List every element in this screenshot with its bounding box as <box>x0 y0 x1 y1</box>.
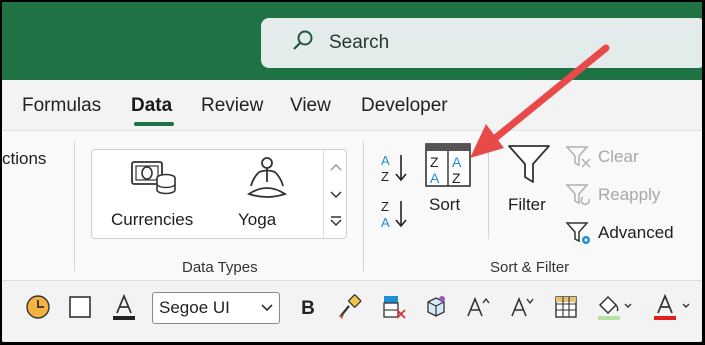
advanced-filter-icon <box>565 221 593 252</box>
clear-button[interactable]: Clear <box>565 143 685 171</box>
advanced-label: Advanced <box>598 223 674 242</box>
svg-text:A: A <box>452 154 462 170</box>
currencies-icon <box>130 158 178 205</box>
font-name-select[interactable]: Segoe UI <box>152 292 280 324</box>
tab-review[interactable]: Review <box>201 95 263 117</box>
tab-data[interactable]: Data <box>131 95 172 117</box>
connections-label-cut[interactable]: ctions <box>2 149 46 169</box>
tab-view[interactable]: View <box>290 95 331 117</box>
decrease-font-icon <box>509 294 535 325</box>
svg-text:A: A <box>381 153 390 168</box>
filter-button[interactable]: Filter <box>502 143 556 217</box>
filter-icon <box>506 143 552 190</box>
yoga-icon <box>244 156 290 205</box>
currencies-button[interactable]: Currencies <box>106 156 206 232</box>
reapply-filter-icon <box>565 183 593 212</box>
cube-icon <box>423 294 449 325</box>
clear-label: Clear <box>598 147 639 166</box>
title-bar: Search <box>2 2 702 80</box>
sort-a-to-z-button[interactable]: A Z <box>377 151 411 185</box>
sort-descending-icon: Z A <box>377 199 411 235</box>
currencies-label: Currencies <box>111 210 194 229</box>
sort-label: Sort <box>429 195 461 214</box>
font-color-icon <box>111 293 137 326</box>
expand-gallery-icon <box>329 214 343 232</box>
group-separator <box>488 149 489 239</box>
gallery-more-button[interactable] <box>324 208 348 238</box>
group-separator <box>74 141 75 271</box>
sort-icon: Z A A Z <box>425 143 471 192</box>
search-box[interactable]: Search <box>261 18 702 68</box>
filter-label: Filter <box>508 195 546 214</box>
svg-text:A: A <box>430 170 440 186</box>
gallery-scroll-up-button[interactable] <box>324 152 348 182</box>
reapply-label: Reapply <box>598 185 661 204</box>
sort-z-to-a-button[interactable]: Z A <box>377 197 411 231</box>
border-button[interactable] <box>64 293 96 325</box>
font-color-red-icon <box>652 293 694 326</box>
ribbon-tabs: Formulas Data Review View Developer <box>2 80 702 130</box>
table-button[interactable] <box>550 293 582 325</box>
data-types-group-label: Data Types <box>182 259 258 276</box>
paintbrush-icon <box>337 293 363 325</box>
search-input[interactable]: Search <box>329 32 389 54</box>
reapply-button[interactable]: Reapply <box>565 181 685 209</box>
quick-access-toolbar: Segoe UI B <box>2 280 702 342</box>
advanced-button[interactable]: Advanced <box>565 219 695 247</box>
format-painter-button[interactable] <box>334 293 366 325</box>
sort-filter-group-label: Sort & Filter <box>490 259 570 276</box>
yoga-button[interactable]: Yoga <box>232 156 312 232</box>
font-color-red-button[interactable] <box>650 293 696 325</box>
svg-text:Z: Z <box>381 169 389 184</box>
svg-text:Z: Z <box>430 154 439 170</box>
paint-bucket-icon <box>596 293 636 326</box>
increase-font-size-button[interactable] <box>462 293 494 325</box>
chevron-up-icon <box>330 158 342 176</box>
data-types-gallery: Currencies Yoga <box>91 149 347 239</box>
chevron-down-icon <box>261 293 273 333</box>
tab-developer[interactable]: Developer <box>361 95 448 117</box>
gallery-scroll-down-button[interactable] <box>324 180 348 210</box>
yoga-label: Yoga <box>238 210 277 229</box>
svg-text:Z: Z <box>381 199 389 214</box>
excel-window: Search Formulas Data Review View Develop… <box>2 2 702 342</box>
chevron-down-icon <box>330 186 342 204</box>
search-icon <box>291 29 315 58</box>
ribbon: ctions Currencies Yoga Data Types A Z Z … <box>2 130 702 280</box>
svg-text:Z: Z <box>452 170 461 186</box>
fill-color-button[interactable] <box>594 293 638 325</box>
3d-model-button[interactable] <box>420 293 452 325</box>
sort-ascending-icon: A Z <box>377 153 411 189</box>
clear-filter-icon <box>565 145 593 174</box>
delete-cells-button[interactable] <box>378 293 410 325</box>
autosave-button[interactable] <box>22 293 54 325</box>
clock-icon <box>25 294 51 325</box>
delete-cells-icon <box>381 294 407 325</box>
decrease-font-size-button[interactable] <box>506 293 538 325</box>
font-color-button[interactable] <box>108 293 140 325</box>
tab-formulas[interactable]: Formulas <box>22 95 101 117</box>
font-name-value: Segoe UI <box>159 298 230 317</box>
increase-font-icon <box>465 294 491 325</box>
bold-button[interactable]: B <box>292 293 324 325</box>
group-separator <box>363 141 364 271</box>
table-grid-icon <box>553 294 579 325</box>
active-tab-indicator <box>134 122 174 126</box>
svg-text:A: A <box>381 215 390 230</box>
border-icon <box>68 295 92 324</box>
sort-button[interactable]: Z A A Z Sort <box>420 143 476 217</box>
